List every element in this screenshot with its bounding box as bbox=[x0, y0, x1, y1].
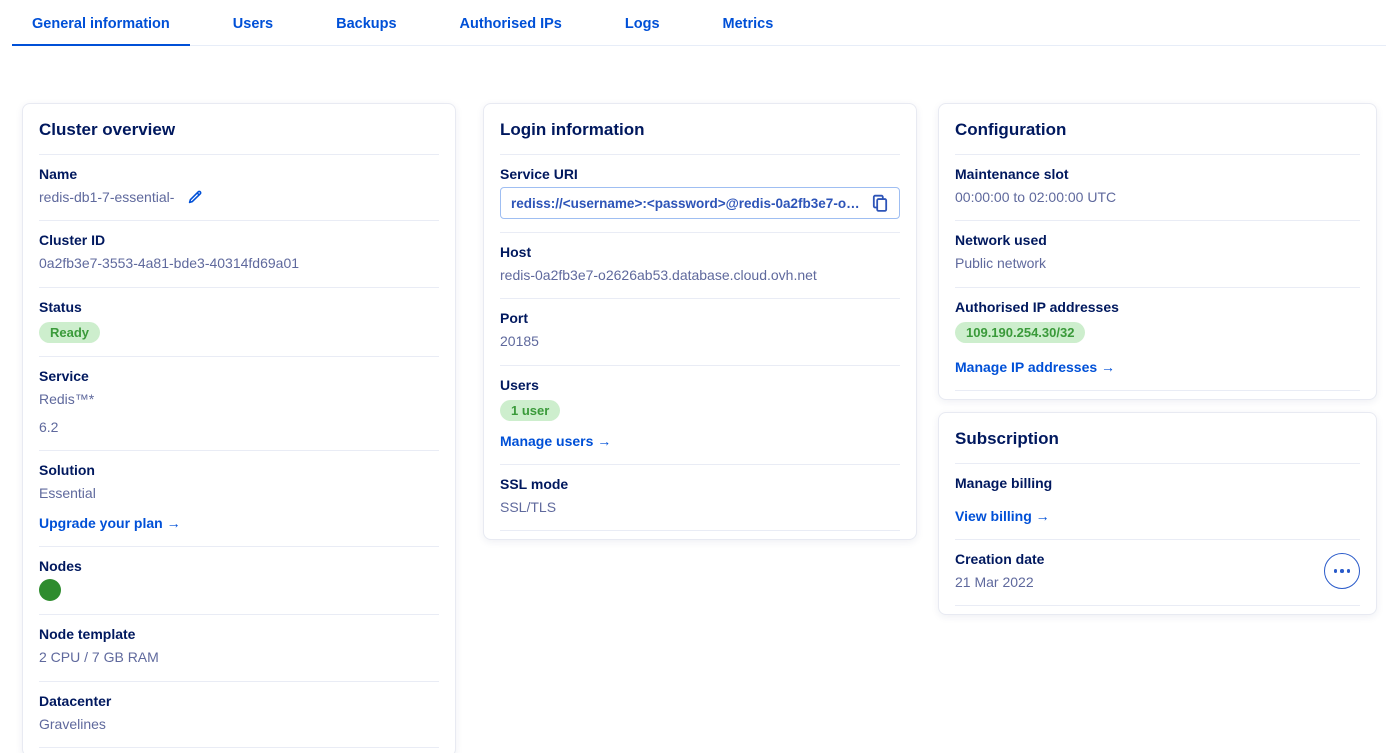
field-users: Users 1 user Manage users → bbox=[500, 366, 900, 465]
host-value: redis-0a2fb3e7-o2626ab53.database.cloud.… bbox=[500, 265, 900, 285]
tab-general-information[interactable]: General information bbox=[12, 6, 190, 46]
field-name: Name redis-db1-7-essential- bbox=[39, 155, 439, 221]
card-login-information: Login information Service URI rediss://<… bbox=[483, 103, 917, 540]
service-uri-label: Service URI bbox=[500, 166, 900, 182]
status-label: Status bbox=[39, 299, 439, 315]
service-label: Service bbox=[39, 368, 439, 384]
service-version: 6.2 bbox=[39, 417, 439, 437]
field-maintenance-slot: Maintenance slot 00:00:00 to 02:00:00 UT… bbox=[955, 155, 1360, 221]
database-general-information-page: General information Users Backups Author… bbox=[0, 0, 1400, 753]
edit-name-pencil-icon[interactable] bbox=[186, 188, 204, 206]
copy-icon[interactable] bbox=[871, 194, 889, 212]
maintenance-slot-value: 00:00:00 to 02:00:00 UTC bbox=[955, 187, 1360, 207]
field-solution: Solution Essential Upgrade your plan → bbox=[39, 451, 439, 547]
users-count-badge: 1 user bbox=[500, 400, 560, 421]
field-network-used: Network used Public network bbox=[955, 221, 1360, 287]
tab-bar: General information Users Backups Author… bbox=[12, 0, 1386, 46]
field-ssl-mode: SSL mode SSL/TLS bbox=[500, 465, 900, 531]
configuration-title: Configuration bbox=[955, 104, 1360, 155]
datacenter-label: Datacenter bbox=[39, 693, 439, 709]
tab-authorised-ips[interactable]: Authorised IPs bbox=[440, 6, 582, 46]
view-billing-link[interactable]: View billing → bbox=[955, 508, 1050, 524]
upgrade-plan-link[interactable]: Upgrade your plan → bbox=[39, 515, 181, 531]
service-uri-value: rediss://<username>:<password>@redis-0a2… bbox=[511, 196, 861, 211]
host-label: Host bbox=[500, 244, 900, 260]
authorised-ips-label: Authorised IP addresses bbox=[955, 299, 1360, 315]
authorised-ip-badge: 109.190.254.30/32 bbox=[955, 322, 1085, 343]
node-template-label: Node template bbox=[39, 626, 439, 642]
ssl-mode-label: SSL mode bbox=[500, 476, 900, 492]
field-node-template: Node template 2 CPU / 7 GB RAM bbox=[39, 615, 439, 681]
field-status: Status Ready bbox=[39, 288, 439, 357]
name-value: redis-db1-7-essential- bbox=[39, 187, 174, 207]
login-information-title: Login information bbox=[500, 104, 900, 155]
solution-value: Essential bbox=[39, 483, 439, 503]
more-options-button[interactable] bbox=[1324, 553, 1360, 589]
network-used-label: Network used bbox=[955, 232, 1360, 248]
manage-users-link[interactable]: Manage users → bbox=[500, 433, 611, 449]
datacenter-value: Gravelines bbox=[39, 714, 439, 734]
field-datacenter: Datacenter Gravelines bbox=[39, 682, 439, 748]
ssl-mode-value: SSL/TLS bbox=[500, 497, 900, 517]
service-value: Redis™* bbox=[39, 389, 439, 409]
field-manage-billing: Manage billing View billing → bbox=[955, 464, 1360, 540]
field-nodes: Nodes bbox=[39, 547, 439, 615]
tab-backups[interactable]: Backups bbox=[316, 6, 416, 46]
cluster-id-label: Cluster ID bbox=[39, 232, 439, 248]
status-badge: Ready bbox=[39, 322, 100, 343]
creation-date-value: 21 Mar 2022 bbox=[955, 572, 1044, 592]
port-value: 20185 bbox=[500, 331, 900, 351]
field-authorised-ips: Authorised IP addresses 109.190.254.30/3… bbox=[955, 288, 1360, 391]
node-template-value: 2 CPU / 7 GB RAM bbox=[39, 647, 439, 667]
card-configuration: Configuration Maintenance slot 00:00:00 … bbox=[938, 103, 1377, 400]
field-service-uri: Service URI rediss://<username>:<passwor… bbox=[500, 155, 900, 233]
maintenance-slot-label: Maintenance slot bbox=[955, 166, 1360, 182]
cluster-id-value: 0a2fb3e7-3553-4a81-bde3-40314fd69a01 bbox=[39, 253, 439, 273]
nodes-label: Nodes bbox=[39, 558, 439, 574]
field-port: Port 20185 bbox=[500, 299, 900, 365]
field-service: Service Redis™* 6.2 bbox=[39, 357, 439, 452]
subscription-title: Subscription bbox=[955, 413, 1360, 464]
name-label: Name bbox=[39, 166, 439, 182]
right-column: Configuration Maintenance slot 00:00:00 … bbox=[938, 103, 1377, 615]
service-uri-copy-field[interactable]: rediss://<username>:<password>@redis-0a2… bbox=[500, 187, 900, 219]
node-status-dot-icon bbox=[39, 579, 61, 601]
cluster-overview-title: Cluster overview bbox=[39, 104, 439, 155]
ellipsis-icon bbox=[1334, 569, 1351, 573]
field-host: Host redis-0a2fb3e7-o2626ab53.database.c… bbox=[500, 233, 900, 299]
tab-users[interactable]: Users bbox=[213, 6, 293, 46]
field-cluster-id: Cluster ID 0a2fb3e7-3553-4a81-bde3-40314… bbox=[39, 221, 439, 287]
users-label: Users bbox=[500, 377, 900, 393]
manage-billing-label: Manage billing bbox=[955, 475, 1360, 491]
creation-date-label: Creation date bbox=[955, 551, 1044, 567]
tab-metrics[interactable]: Metrics bbox=[703, 6, 794, 46]
card-subscription: Subscription Manage billing View billing… bbox=[938, 412, 1377, 615]
port-label: Port bbox=[500, 310, 900, 326]
card-cluster-overview: Cluster overview Name redis-db1-7-essent… bbox=[22, 103, 456, 753]
manage-ip-addresses-link[interactable]: Manage IP addresses → bbox=[955, 359, 1115, 375]
field-creation-date: Creation date 21 Mar 2022 bbox=[955, 540, 1360, 606]
network-used-value: Public network bbox=[955, 253, 1360, 273]
solution-label: Solution bbox=[39, 462, 439, 478]
tab-logs[interactable]: Logs bbox=[605, 6, 680, 46]
